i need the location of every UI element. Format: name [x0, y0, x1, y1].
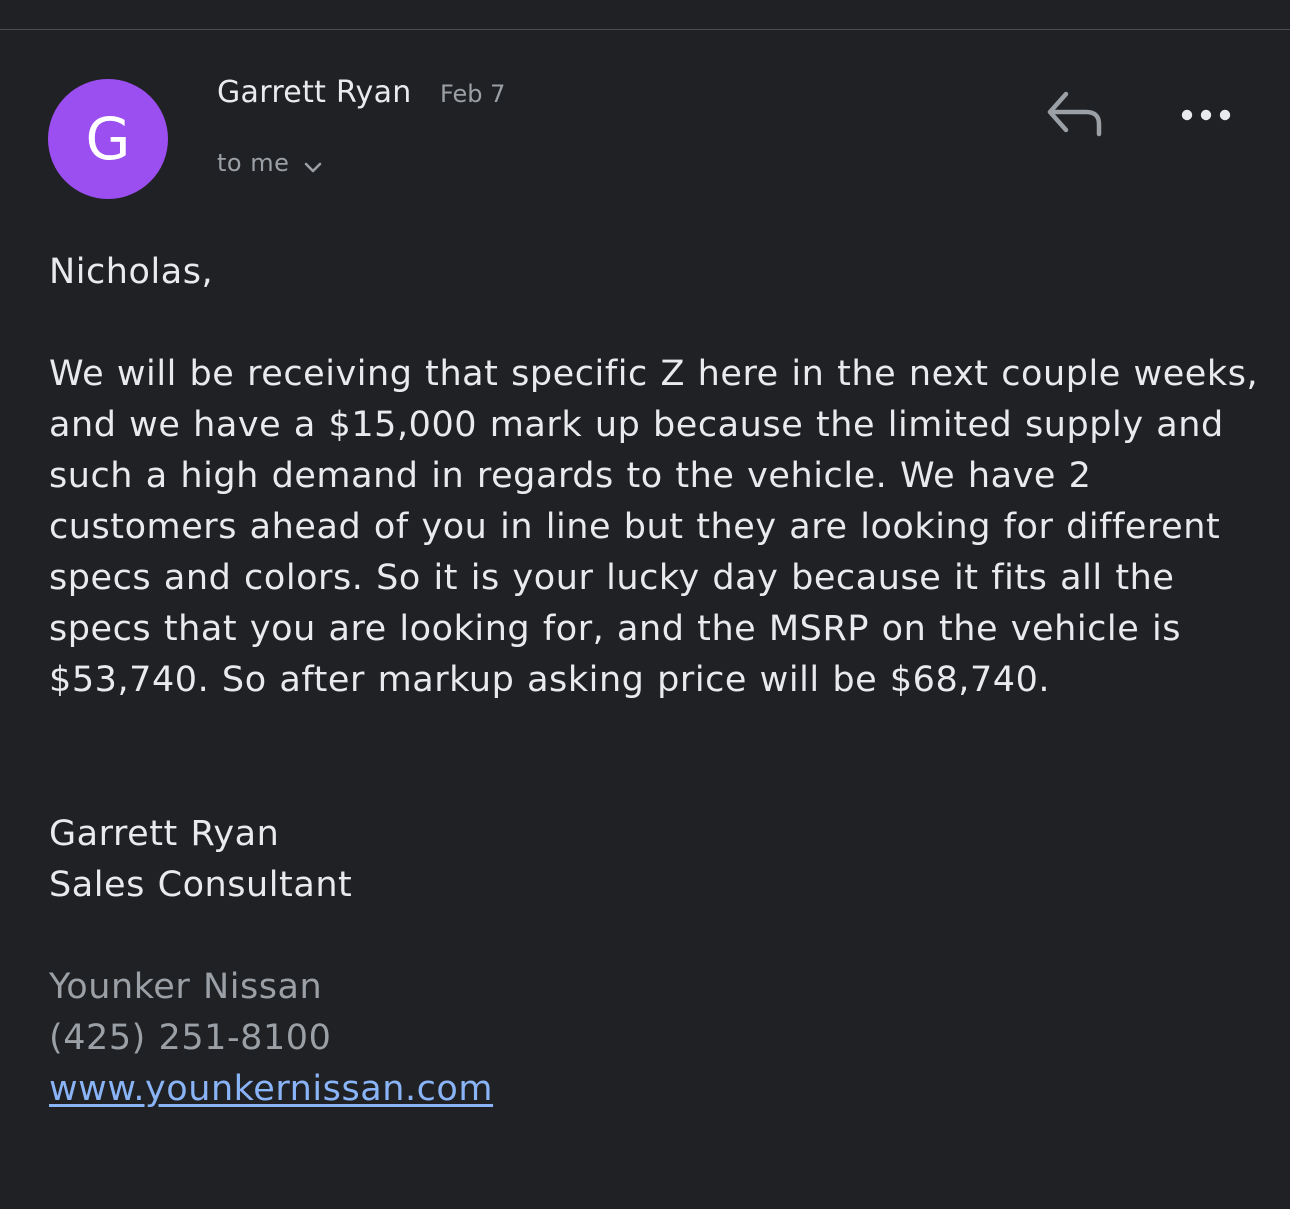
reply-button[interactable] [1040, 86, 1110, 142]
recipient-details-toggle[interactable]: to me [217, 145, 323, 181]
email-date: Feb 7 [440, 80, 506, 108]
sender-avatar[interactable]: G [48, 79, 168, 199]
company-info: Younker Nissan (425) 251-8100 www.younke… [49, 962, 1259, 1115]
reply-icon [1047, 91, 1102, 137]
company-name: Younker Nissan [49, 967, 323, 1007]
more-horizontal-icon [1181, 109, 1231, 121]
chevron-down-icon [305, 162, 322, 173]
company-phone[interactable]: (425) 251-8100 [49, 1013, 1259, 1064]
signature-name: Garrett Ryan [49, 814, 280, 854]
company-website-link[interactable]: www.younkernissan.com [49, 1064, 1259, 1115]
more-options-button[interactable] [1172, 92, 1242, 138]
sender-name[interactable]: Garrett Ryan [217, 73, 412, 113]
email-greeting: Nicholas, [49, 252, 214, 292]
top-divider [0, 29, 1290, 30]
email-body: We will be receiving that specific Z her… [49, 354, 1259, 700]
recipient-label: to me [217, 149, 290, 177]
signature-block: Garrett Ryan Sales Consultant [49, 809, 1259, 911]
signature-title: Sales Consultant [49, 865, 353, 905]
